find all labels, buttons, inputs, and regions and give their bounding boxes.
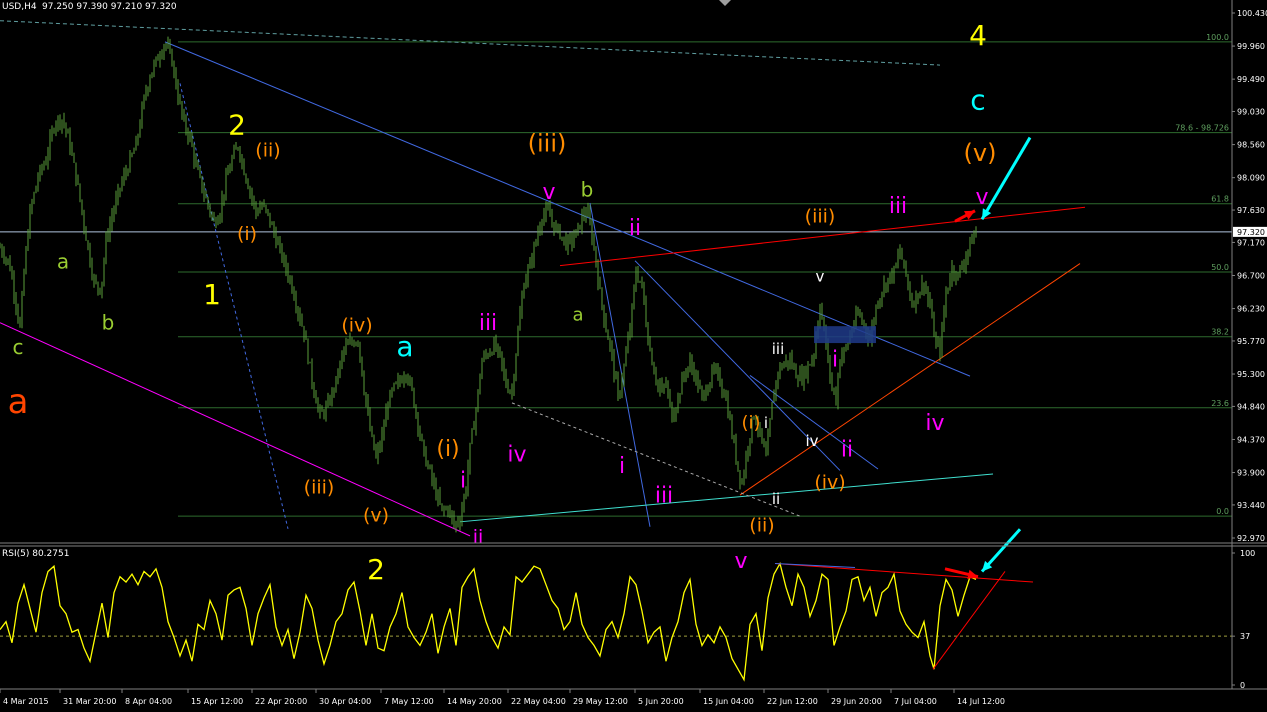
wave-label: v	[542, 180, 555, 205]
fib-level-label: 100.0	[1206, 33, 1229, 42]
price-tick-label: 96.700	[1237, 272, 1265, 281]
last-price-label: 97.320	[1237, 228, 1265, 237]
time-tick-label: 7 May 12:00	[384, 697, 434, 706]
wave-label: ii	[841, 438, 853, 463]
fib-level-label: 23.6	[1211, 399, 1229, 408]
wave-label: v	[975, 185, 988, 210]
fib-level-label: 61.8	[1211, 195, 1229, 204]
wave-label: i	[764, 414, 768, 432]
price-tick-label: 93.900	[1237, 469, 1265, 478]
wave-label: v	[816, 267, 825, 285]
price-chart-svg[interactable]: 100.0 78.6 - 98.726 61.8 50.0 38.2 23.6 0.0 a b…	[0, 0, 1267, 712]
time-tick-label: 22 May 04:00	[511, 697, 566, 706]
wave-label: iii	[479, 311, 497, 336]
time-tick-label: 14 May 20:00	[447, 697, 502, 706]
wave-label: a	[8, 382, 29, 422]
wave-label: (i)	[237, 223, 257, 245]
wave-label: iv	[507, 443, 526, 468]
wave-label: (i)	[436, 437, 459, 462]
time-tick-label: 8 Apr 04:00	[125, 697, 172, 706]
wave-label: iv	[805, 432, 818, 450]
time-tick-label: 30 Apr 04:00	[319, 697, 371, 706]
wave-label: iii	[772, 340, 785, 358]
wave-label: 2	[228, 108, 246, 141]
wave-label: (iii)	[304, 477, 335, 499]
chart-background	[0, 0, 1267, 712]
wave-label: (ii)	[255, 139, 280, 161]
time-tick-label: 15 Jun 04:00	[703, 697, 754, 706]
wave-label: i	[460, 469, 466, 494]
wave-label: (iv)	[814, 472, 845, 494]
wave-label: ii	[629, 216, 641, 241]
price-tick-label: 97.170	[1237, 238, 1265, 247]
price-tick-label: 96.230	[1237, 305, 1265, 314]
wave-label: iii	[889, 194, 907, 219]
price-tick-label: 95.300	[1237, 370, 1265, 379]
wave-label: iv	[925, 411, 944, 436]
rsi-header: RSI(5) 80.2751	[2, 549, 69, 559]
wave-label: iii	[655, 483, 673, 508]
wave-label: ii	[473, 526, 484, 548]
symbol-info: USD,H4	[2, 2, 37, 12]
price-tick-label: 99.960	[1237, 42, 1265, 51]
wave-label: i	[619, 454, 625, 479]
time-tick-label: 14 Jul 12:00	[957, 697, 1005, 706]
price-tick-label: 94.370	[1237, 435, 1265, 444]
wave-label: b	[581, 178, 594, 202]
wave-label: v	[734, 549, 747, 574]
ohlc-values: 97.250 97.390 97.210 97.320	[42, 2, 177, 12]
time-tick-label: 22 Jun 12:00	[767, 697, 818, 706]
wave-label: (v)	[363, 505, 389, 527]
wave-label: c	[13, 335, 24, 359]
wave-label: a	[572, 305, 583, 326]
price-tick-label: 99.490	[1237, 75, 1265, 84]
wave-label: 1	[203, 278, 221, 311]
wave-label: a	[396, 330, 413, 363]
wave-label: b	[102, 311, 115, 335]
time-tick-label: 4 Mar 2015	[3, 697, 49, 706]
time-tick-label: 29 Jun 20:00	[831, 697, 882, 706]
fib-level-label: 0.0	[1216, 507, 1229, 516]
wave-label: 2	[367, 553, 385, 586]
price-tick-label: 98.560	[1237, 141, 1265, 150]
price-tick-label: 97.630	[1237, 206, 1265, 215]
price-tick-label: 100.430	[1237, 9, 1267, 18]
wave-label: (iii)	[528, 130, 567, 158]
time-tick-label: 31 Mar 20:00	[63, 697, 116, 706]
time-tick-label: 15 Apr 12:00	[191, 697, 243, 706]
highlight-box	[814, 326, 876, 344]
fib-level-label: 78.6 - 98.726	[1175, 124, 1229, 133]
time-tick-label: 22 Apr 20:00	[255, 697, 307, 706]
fib-level-label: 38.2	[1211, 328, 1229, 337]
price-tick-label: 94.840	[1237, 402, 1265, 411]
time-tick-label: 5 Jun 20:00	[638, 697, 684, 706]
wave-label: (v)	[964, 139, 997, 167]
wave-label: ii	[772, 490, 780, 508]
fib-level-label: 50.0	[1211, 263, 1229, 272]
wave-label: (iii)	[805, 206, 836, 228]
wave-label: (ii)	[749, 515, 774, 537]
price-tick-label: 92.970	[1237, 534, 1265, 543]
price-tick-label: 98.090	[1237, 174, 1265, 183]
wave-label: (iv)	[341, 315, 372, 337]
price-tick-label: 95.770	[1237, 337, 1265, 346]
time-tick-label: 29 May 12:00	[573, 697, 628, 706]
rsi-tick-label: 100	[1240, 549, 1255, 558]
price-tick-label: 93.440	[1237, 501, 1265, 510]
wave-label: 4	[969, 19, 987, 52]
wave-label: c	[970, 84, 985, 117]
price-tick-label: 99.030	[1237, 108, 1265, 117]
wave-label: (i)	[741, 412, 760, 433]
rsi-tick-label: 37	[1240, 632, 1250, 641]
wave-label: a	[57, 249, 69, 273]
wave-label: i	[832, 348, 838, 373]
time-tick-label: 7 Jul 04:00	[894, 697, 937, 706]
